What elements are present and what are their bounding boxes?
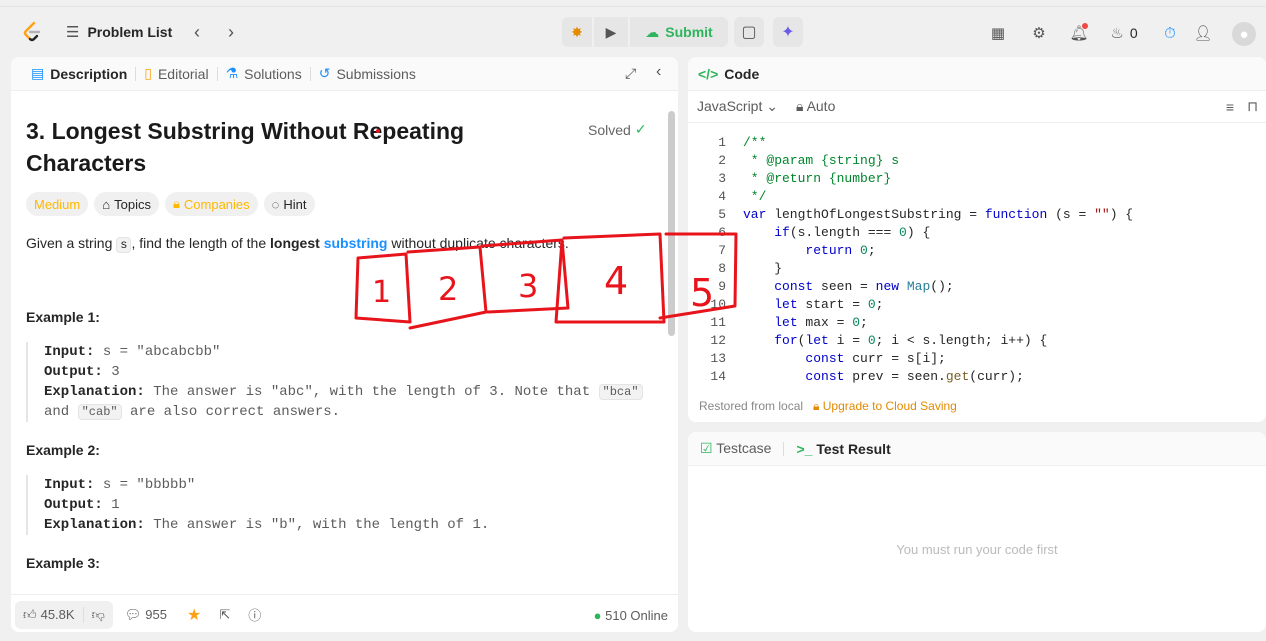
run-button[interactable]: ▶ <box>594 17 628 47</box>
hint-chip[interactable]: ◌ Hint <box>263 192 315 216</box>
example-block: Input: s = "bbbbb" Output: 1 Explanation… <box>26 475 489 535</box>
prev-problem-icon[interactable]: ‹ <box>187 21 207 43</box>
problem-list-button[interactable]: ☰ Problem List <box>66 23 172 41</box>
thumbs-up-icon: 👍︎ <box>23 606 37 622</box>
collapse-icon[interactable]: ‹ <box>656 63 661 81</box>
list-icon: ☰ <box>66 24 80 41</box>
tab-submissions[interactable]: ↺ Submissions <box>311 57 424 91</box>
bug-icon: ✸ <box>571 23 583 40</box>
avatar[interactable]: ● <box>1232 22 1256 46</box>
notes-button[interactable]: ▢ <box>734 17 764 47</box>
format-icon[interactable]: ≡ <box>1226 99 1234 115</box>
save-status: Restored from local 🔒︎ Upgrade to Cloud S… <box>699 399 957 414</box>
topics-chip[interactable]: ⌂ Topics <box>94 192 159 216</box>
scrollbar[interactable] <box>668 111 675 336</box>
note-icon: ▢ <box>741 24 757 41</box>
companies-chip[interactable]: 🔒︎ Companies <box>164 192 258 216</box>
comments-button[interactable]: 💬︎ 955 <box>125 607 167 623</box>
description-tabs: ▤ Description ▯ Editorial ⚗ Solutions ↺ Subm… <box>11 57 678 91</box>
checkbox-icon: ☑ <box>700 440 713 456</box>
cloud-upload-icon: ☁ <box>645 23 660 40</box>
play-icon: ▶ <box>605 23 617 40</box>
check-circle-icon: ✓ <box>634 121 647 137</box>
help-icon[interactable]: ⓘ <box>248 605 261 624</box>
debug-button[interactable]: ✸ <box>562 17 592 47</box>
example-heading: Example 3: <box>26 555 100 571</box>
language-select[interactable]: JavaScript ⌄ <box>697 98 778 115</box>
tab-editorial[interactable]: ▯ Editorial <box>136 57 216 91</box>
sparkle-icon: ✦ <box>781 24 795 41</box>
flame-icon: ♨ <box>1110 25 1124 42</box>
solved-status: Solved ✓ <box>588 121 647 138</box>
next-problem-icon[interactable]: › <box>221 21 241 43</box>
tab-testcase[interactable]: ☑ Testcase <box>700 440 771 457</box>
code-icon: </> <box>698 65 719 82</box>
like-button[interactable]: 👍︎ 45.8K <box>15 607 83 623</box>
tag-icon: ⌂ <box>102 196 111 212</box>
leetcode-logo-icon[interactable] <box>20 20 44 44</box>
star-icon[interactable]: ★ <box>187 605 201 625</box>
empty-result-text: You must run your code first <box>896 542 1058 557</box>
comment-icon: 💬︎ <box>124 606 142 622</box>
flask-icon: ⚗ <box>225 65 239 81</box>
submit-button[interactable]: ☁ Submit <box>630 17 728 47</box>
upgrade-link[interactable]: 🔒︎ Upgrade to Cloud Saving <box>813 399 957 414</box>
code-editor[interactable]: 1/** 2 * @param {string} s 3 * @return {… <box>688 133 1266 385</box>
tab-test-result[interactable]: >_ Test Result <box>796 441 890 457</box>
history-icon: ↺ <box>318 65 331 81</box>
top-bar: ☰ Problem List ‹ › ✸ ▶ ☁ Submit ▢ ✦ ▦ ⚙ 🔔… <box>0 0 1266 56</box>
online-count: ● 510 Online <box>593 608 668 623</box>
ai-button[interactable]: ✦ <box>773 17 803 47</box>
problem-description: Given a string s, find the length of the… <box>26 235 569 253</box>
streak-counter[interactable]: ♨ 0 <box>1106 22 1142 44</box>
terminal-icon: >_ <box>796 440 813 457</box>
test-panel: ☑ Testcase >_ Test Result You must run y… <box>688 432 1266 632</box>
book-icon: ▯ <box>144 65 152 81</box>
example-heading: Example 1: <box>26 309 100 325</box>
like-group: 👍︎ 45.8K 👎︎ <box>15 600 113 629</box>
difficulty-badge[interactable]: Medium <box>26 192 89 216</box>
thumbs-down-icon: 👎︎ <box>91 606 105 622</box>
gear-icon[interactable]: ⚙ <box>1028 22 1050 44</box>
description-panel: ▤ Description ▯ Editorial ⚗ Solutions ↺ Subm… <box>11 57 678 632</box>
tab-solutions[interactable]: ⚗ Solutions <box>218 57 310 91</box>
share-icon[interactable]: ⇱ <box>219 607 230 623</box>
lock-icon: 🔒︎ <box>172 196 180 211</box>
dislike-button[interactable]: 👎︎ <box>84 607 113 623</box>
lock-icon: 🔒︎ <box>795 98 804 114</box>
chevron-down-icon: ⌄ <box>766 98 778 114</box>
layout-icon[interactable]: ▦ <box>987 22 1009 44</box>
bookmark-icon[interactable]: ⊓ <box>1247 98 1258 115</box>
code-header: </> Code <box>688 57 1266 91</box>
timer-icon[interactable]: ⏱ <box>1159 22 1181 44</box>
example-block: Input: s = "abcabcbb" Output: 3 Explanat… <box>26 342 643 422</box>
auto-mode[interactable]: 🔒︎ Auto <box>796 98 835 115</box>
add-user-icon[interactable]: 👤︎ <box>1192 22 1214 44</box>
example-heading: Example 2: <box>26 442 100 458</box>
expand-icon[interactable]: ⤢ <box>625 65 636 82</box>
problem-title: 3. Longest Substring Without Repeating C… <box>26 118 465 176</box>
substring-link[interactable]: substring <box>324 235 388 251</box>
code-panel: </> Code JavaScript ⌄ 🔒︎ Auto ≡ ⊓ 1/** 2 … <box>688 57 1266 422</box>
tab-description[interactable]: ▤ Description <box>23 57 135 91</box>
bell-icon[interactable]: 🔔︎ <box>1068 22 1090 44</box>
document-icon: ▤ <box>31 65 45 81</box>
description-footer: 👍︎ 45.8K 👎︎ 💬︎ 955 ★ ⇱ ⓘ ● 510 Online <box>11 594 678 632</box>
lightbulb-icon: ◌ <box>271 196 280 212</box>
